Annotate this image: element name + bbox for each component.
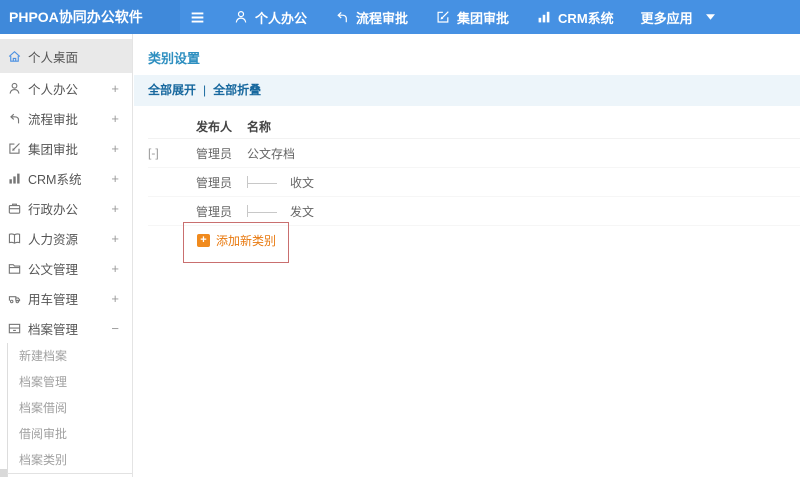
sidebar-item[interactable]: 人力资源 + bbox=[0, 223, 132, 253]
sidebar-item-label: 集团审批 bbox=[28, 142, 79, 157]
table-row: [-] 管理员 公文存档 bbox=[148, 139, 800, 168]
sidebar-item-label: 流程审批 bbox=[28, 112, 79, 127]
doc-folder-icon bbox=[7, 261, 22, 276]
sidebar-item[interactable]: 公文管理 + bbox=[0, 253, 132, 283]
car-icon bbox=[7, 291, 22, 306]
row-publisher: 管理员 bbox=[196, 204, 233, 219]
user-icon bbox=[7, 81, 22, 96]
tree-branch-line bbox=[247, 176, 282, 188]
expand-toggle-icon[interactable]: + bbox=[111, 111, 119, 126]
expand-toggle-icon[interactable]: − bbox=[111, 321, 119, 336]
toolbar-separator: | bbox=[203, 83, 207, 97]
caret-down-icon bbox=[705, 14, 715, 20]
book-icon bbox=[7, 231, 22, 246]
expand-toggle-icon[interactable]: + bbox=[111, 291, 119, 306]
home-icon bbox=[7, 49, 22, 64]
expand-toggle-icon[interactable]: + bbox=[111, 141, 119, 156]
sidebar-item-label: 档案管理 bbox=[28, 322, 79, 337]
row-category-name: 发文 bbox=[290, 204, 315, 219]
sidebar-submenu-item[interactable]: 档案借阅 bbox=[8, 395, 132, 421]
sidebar-item[interactable]: 流程审批 + bbox=[0, 103, 132, 133]
expand-toggle-icon[interactable]: + bbox=[111, 171, 119, 186]
header-nav-item[interactable]: 集团审批 bbox=[435, 8, 509, 27]
sidebar-submenu: 新建档案 档案管理 档案借阅 借阅审批 档案类别 bbox=[7, 343, 132, 477]
nav-label: 更多应用 bbox=[640, 10, 693, 26]
category-table: 发布人 名称 [-] 管理员 公文存档 管理员 收文 管理员 发文 bbox=[148, 115, 800, 226]
edit-icon bbox=[435, 9, 451, 25]
row-publisher: 管理员 bbox=[196, 146, 233, 161]
header-nav-item[interactable]: CRM系统 bbox=[536, 8, 614, 27]
sidebar-item[interactable]: CRM系统 + bbox=[0, 163, 132, 193]
tree-branch-line bbox=[247, 205, 282, 217]
sidebar-submenu-item[interactable]: 新建档案 bbox=[8, 343, 132, 369]
archive-icon bbox=[7, 321, 22, 336]
divider bbox=[7, 473, 132, 474]
nav-label: 个人办公 bbox=[255, 10, 308, 26]
sidebar-item-label: 个人桌面 bbox=[28, 50, 79, 65]
table-row: 管理员 收文 bbox=[148, 168, 800, 197]
page-title: 类别设置 bbox=[148, 51, 201, 66]
header-nav-item[interactable]: 个人办公 bbox=[233, 8, 307, 27]
sidebar-item[interactable]: 档案管理 − bbox=[0, 313, 132, 343]
nav-label: CRM系统 bbox=[558, 10, 614, 26]
sidebar-item[interactable]: 行政办公 + bbox=[0, 193, 132, 223]
main-content: 类别设置 全部展开 | 全部折叠 发布人 名称 [-] 管理员 公文存档 管理员… bbox=[134, 34, 800, 477]
header-nav: 个人办公 流程审批 集团审批 CRM系统 更多应用 bbox=[233, 8, 742, 27]
row-publisher: 管理员 bbox=[196, 175, 233, 190]
chart-icon bbox=[7, 171, 22, 186]
sidebar-item-label: 人力资源 bbox=[28, 232, 79, 247]
edit-icon bbox=[7, 141, 22, 156]
sidebar: 个人桌面 个人办公 + 流程审批 + 集团审批 + CRM系统 + 行政办公 +… bbox=[0, 34, 133, 477]
sidebar-item-label: 用车管理 bbox=[28, 292, 79, 307]
row-category-name: 收文 bbox=[290, 175, 315, 190]
sidebar-item[interactable]: 个人桌面 bbox=[0, 39, 132, 73]
expand-toggle-icon[interactable]: + bbox=[111, 231, 119, 246]
user-icon bbox=[233, 9, 249, 25]
chart-icon bbox=[536, 9, 552, 25]
sidebar-submenu-item[interactable]: 借阅审批 bbox=[8, 421, 132, 447]
sidebar-item[interactable]: 个人办公 + bbox=[0, 73, 132, 103]
table-header: 发布人 名称 bbox=[148, 115, 800, 139]
row-collapse-toggle[interactable]: [-] bbox=[148, 146, 196, 160]
sidebar-item-label: 公文管理 bbox=[28, 262, 79, 277]
scrollbar-corner bbox=[0, 469, 7, 477]
sidebar-item[interactable]: 用车管理 + bbox=[0, 283, 132, 313]
sidebar-item[interactable]: 集团审批 + bbox=[0, 133, 132, 163]
sidebar-submenu-item[interactable]: 档案管理 bbox=[8, 369, 132, 395]
app-logo: PHPOA协同办公软件 bbox=[0, 0, 180, 34]
sidebar-item-label: CRM系统 bbox=[28, 172, 82, 187]
header-nav-item[interactable]: 流程审批 bbox=[334, 8, 408, 27]
expand-toggle-icon[interactable]: + bbox=[111, 81, 119, 96]
sidebar-item-label: 个人办公 bbox=[28, 82, 79, 97]
expand-toggle-icon[interactable]: + bbox=[111, 261, 119, 276]
expand-all-link[interactable]: 全部展开 bbox=[148, 83, 196, 97]
collapse-all-link[interactable]: 全部折叠 bbox=[213, 83, 261, 97]
top-header: PHPOA协同办公软件 个人办公 流程审批 集团审批 CRM系统 更多应用 bbox=[0, 0, 800, 34]
add-category-button[interactable]: + 添加新类别 bbox=[197, 226, 800, 255]
row-category-name: 公文存档 bbox=[247, 146, 296, 161]
toolbar: 全部展开 | 全部折叠 bbox=[134, 75, 800, 106]
menu-icon[interactable] bbox=[189, 9, 206, 26]
add-category-label: 添加新类别 bbox=[216, 234, 277, 248]
plus-icon: + bbox=[197, 234, 210, 247]
briefcase-icon bbox=[7, 201, 22, 216]
nav-label: 流程审批 bbox=[356, 10, 409, 26]
sidebar-submenu-item[interactable]: 档案类别 bbox=[8, 447, 132, 473]
table-row: 管理员 发文 bbox=[148, 197, 800, 226]
name-column-header: 名称 bbox=[247, 120, 272, 134]
publisher-column-header: 发布人 bbox=[196, 120, 233, 134]
expand-toggle-icon[interactable]: + bbox=[111, 201, 119, 216]
sidebar-item-label: 行政办公 bbox=[28, 202, 79, 217]
flow-icon bbox=[7, 111, 22, 126]
nav-label: 集团审批 bbox=[457, 10, 510, 26]
header-nav-item[interactable]: 更多应用 bbox=[641, 8, 715, 27]
flow-icon bbox=[334, 9, 350, 25]
